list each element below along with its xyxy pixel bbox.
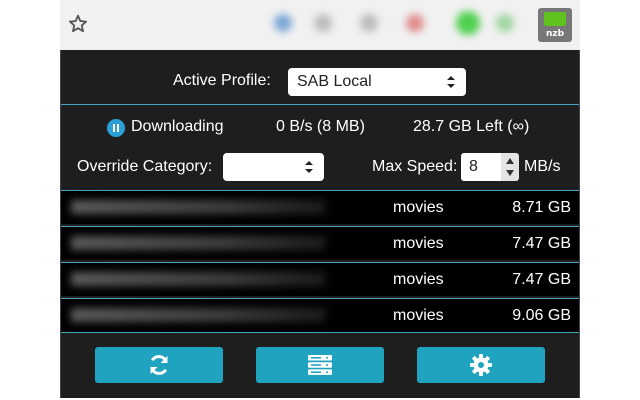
queue-item-name [71, 200, 326, 214]
queue-row[interactable]: movies 9.06 GB [61, 298, 579, 332]
max-speed-label: Max Speed: [372, 158, 458, 175]
pause-circle-icon[interactable] [107, 119, 125, 137]
nzb-badge-text: nzb [545, 29, 565, 39]
extension-icon[interactable] [360, 14, 378, 32]
active-profile-value: SAB Local [297, 73, 372, 90]
nzb-extension-button[interactable]: nzb [538, 8, 572, 42]
select-arrows-icon [305, 161, 313, 173]
extension-icon[interactable] [456, 11, 480, 35]
override-category-select[interactable] [223, 153, 324, 181]
refresh-button[interactable] [95, 347, 223, 383]
spinner-up-icon[interactable] [506, 158, 514, 164]
max-speed-unit: MB/s [524, 158, 561, 175]
max-speed-input[interactable]: 8 [461, 153, 501, 181]
extension-icon[interactable] [496, 14, 514, 32]
queue-item-category: movies [393, 199, 444, 216]
select-arrows-icon [447, 76, 455, 88]
queue-item-size: 7.47 GB [512, 271, 571, 288]
queue-item-name [71, 236, 326, 250]
active-profile-select[interactable]: SAB Local [288, 68, 466, 96]
queue-item-size: 7.47 GB [512, 235, 571, 252]
queue-item-name [71, 272, 326, 286]
browser-toolbar: nzb [60, 0, 580, 50]
server-icon [308, 355, 332, 375]
active-profile-label: Active Profile: [173, 72, 271, 89]
queue-row[interactable]: movies 7.47 GB [61, 226, 579, 260]
extension-icon[interactable] [314, 14, 332, 32]
sabnzbd-popup: Active Profile: SAB Local Downloading 0 … [60, 50, 580, 398]
max-speed-spinner[interactable] [501, 153, 519, 181]
divider [61, 332, 579, 333]
server-button[interactable] [256, 347, 384, 383]
download-speed: 0 B/s (8 MB) [276, 118, 365, 135]
bookmark-star-button[interactable] [62, 8, 94, 40]
queue-item-size: 9.06 GB [512, 307, 571, 324]
nzb-logo-icon [544, 12, 566, 26]
download-status: Downloading [131, 118, 224, 135]
queue-row[interactable]: movies 8.71 GB [61, 190, 579, 224]
queue-item-category: movies [393, 235, 444, 252]
override-category-label: Override Category: [77, 158, 213, 175]
gear-icon [470, 354, 492, 376]
remaining-size: 28.7 GB Left (∞) [413, 118, 530, 135]
queue-item-category: movies [393, 307, 444, 324]
star-icon [68, 14, 88, 33]
spinner-down-icon[interactable] [506, 170, 514, 176]
queue-item-size: 8.71 GB [512, 199, 571, 216]
queue-item-category: movies [393, 271, 444, 288]
extension-icon[interactable] [274, 14, 292, 32]
extension-icon[interactable] [406, 14, 424, 32]
refresh-icon [150, 355, 168, 375]
queue-item-name [71, 308, 326, 322]
settings-button[interactable] [417, 347, 545, 383]
divider [61, 104, 579, 105]
queue-row[interactable]: movies 7.47 GB [61, 262, 579, 296]
